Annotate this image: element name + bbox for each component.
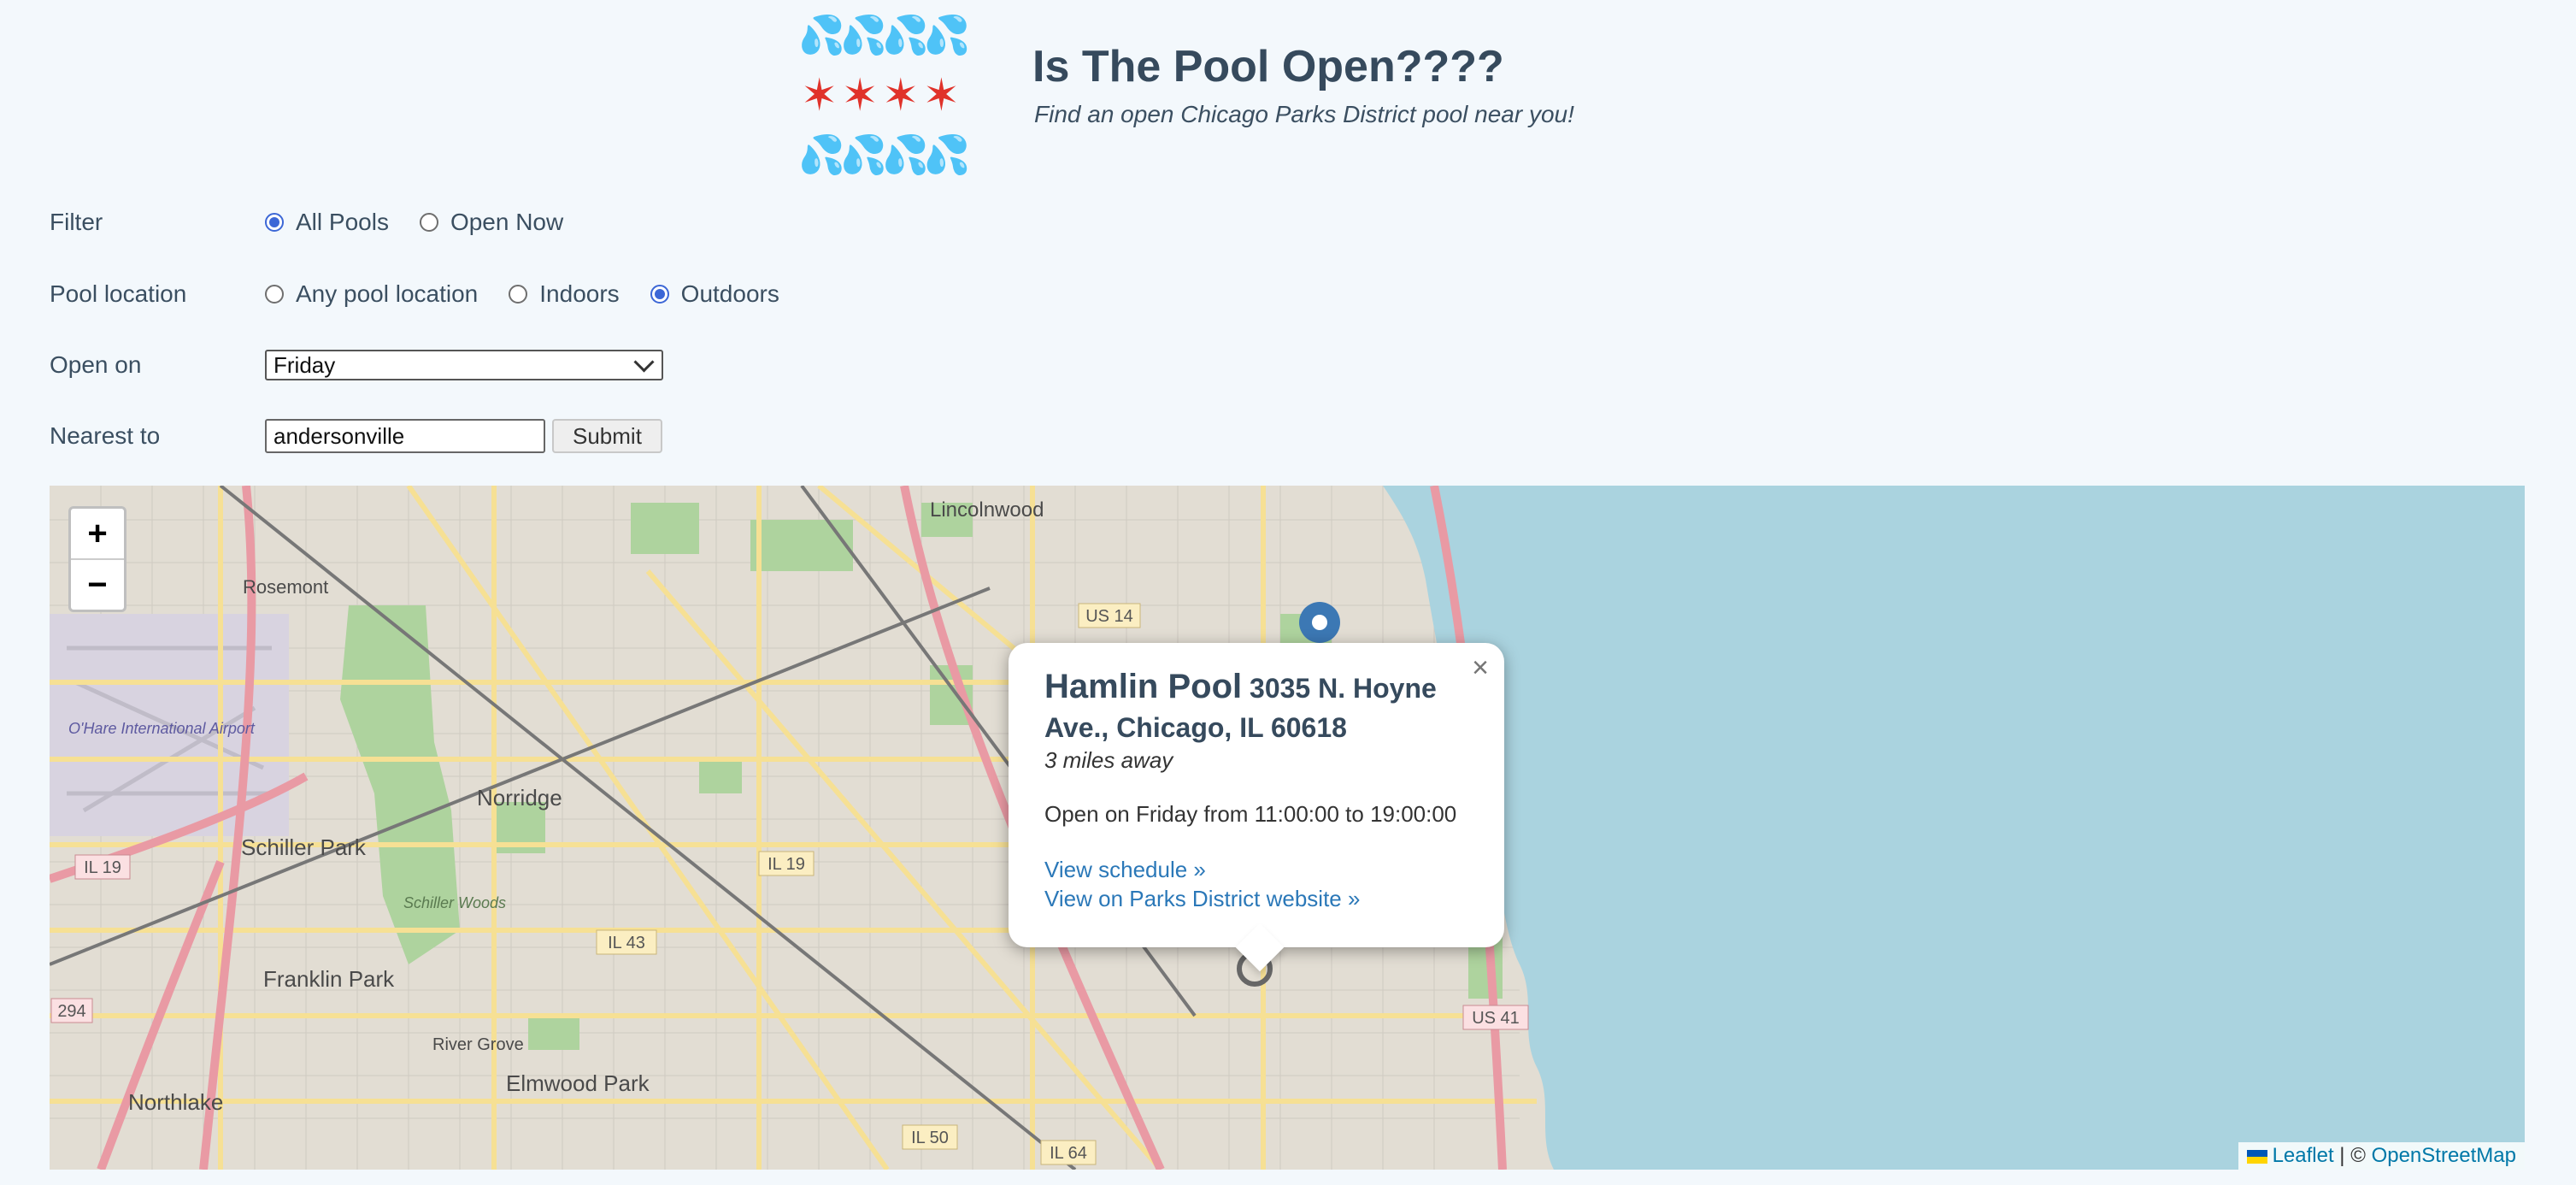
- filter-all-pools-option[interactable]: All Pools: [265, 209, 389, 236]
- road-shield-label: IL 64: [1050, 1144, 1087, 1163]
- chevron-down-icon: [633, 351, 655, 373]
- zoom-in-button[interactable]: +: [71, 509, 124, 558]
- open-on-row: Open on Friday: [50, 345, 663, 386]
- location-any-label: Any pool location: [296, 280, 479, 307]
- map-attribution: Leaflet | © OpenStreetMap: [2238, 1142, 2525, 1170]
- nearest-label: Nearest to: [50, 422, 161, 449]
- popup-links: View schedule » View on Parks District w…: [1044, 855, 1468, 913]
- road-shield-label: IL 43: [608, 934, 645, 952]
- location-outdoors-option[interactable]: Outdoors: [650, 280, 779, 308]
- road-shield-label: US 41: [1472, 1009, 1520, 1028]
- leaflet-link[interactable]: Leaflet: [2273, 1144, 2334, 1167]
- location-any-option[interactable]: Any pool location: [265, 280, 478, 308]
- place-label: Rosemont: [243, 576, 328, 598]
- pool-popup: × Hamlin Pool 3035 N. Hoyne Ave., Chicag…: [1009, 643, 1504, 947]
- pool-distance: 3 miles away: [1044, 747, 1173, 773]
- place-label: Elmwood Park: [506, 1070, 650, 1096]
- location-indoors-radio[interactable]: [509, 285, 528, 304]
- view-schedule-link[interactable]: View schedule »: [1044, 855, 1468, 884]
- location-outdoors-label: Outdoors: [680, 280, 779, 307]
- pool-hours: Open on Friday from 11:00:00 to 19:00:00: [1044, 801, 1457, 827]
- page-title: Is The Pool Open????: [1032, 42, 1504, 91]
- pool-location-row: Pool location Any pool location Indoors …: [50, 274, 810, 315]
- location-any-radio[interactable]: [265, 285, 284, 304]
- filter-open-now-label: Open Now: [450, 209, 564, 235]
- road-shield-label: US 14: [1085, 607, 1133, 626]
- submit-button[interactable]: Submit: [552, 419, 662, 453]
- place-label: Northlake: [128, 1089, 223, 1115]
- filter-all-pools-label: All Pools: [296, 209, 389, 235]
- day-select[interactable]: Friday: [265, 350, 663, 380]
- place-label: Norridge: [477, 785, 562, 811]
- nearest-row: Nearest to Submit: [50, 416, 662, 457]
- road-shield-label: IL 19: [768, 855, 805, 874]
- place-label: River Grove: [432, 1035, 524, 1054]
- location-outdoors-radio[interactable]: [650, 285, 669, 304]
- day-select-value: Friday: [273, 351, 336, 378]
- location-indoors-option[interactable]: Indoors: [509, 280, 620, 308]
- water-drops-icon: 💦💦💦💦: [798, 134, 970, 176]
- attribution-separator: | ©: [2339, 1144, 2366, 1167]
- zoom-control: + −: [68, 506, 126, 612]
- filter-all-pools-radio[interactable]: [265, 213, 284, 232]
- place-label: O'Hare International Airport: [68, 720, 256, 737]
- chicago-stars-icon: ✶✶✶✶: [800, 71, 964, 121]
- place-label: Schiller Park: [241, 834, 367, 860]
- filter-open-now-option[interactable]: Open Now: [419, 209, 564, 236]
- filter-open-now-radio[interactable]: [419, 213, 438, 232]
- filter-row: Filter All Pools Open Now: [50, 202, 594, 243]
- zoom-out-button[interactable]: −: [71, 558, 124, 610]
- popup-heading: Hamlin Pool 3035 N. Hoyne Ave., Chicago,…: [1044, 667, 1468, 747]
- page-subtitle: Find an open Chicago Parks District pool…: [1034, 101, 1574, 127]
- place-label: Franklin Park: [263, 966, 395, 992]
- lake-michigan: [1383, 486, 2525, 1170]
- location-indoors-label: Indoors: [539, 280, 620, 307]
- pool-name: Hamlin Pool: [1044, 668, 1243, 705]
- nearest-input[interactable]: [265, 419, 545, 453]
- place-label: Lincolnwood: [930, 498, 1044, 522]
- logo: 💦💦💦💦 ✶✶✶✶ 💦💦💦💦: [790, 10, 974, 181]
- filter-label: Filter: [50, 209, 103, 235]
- pool-marker[interactable]: [1299, 602, 1340, 643]
- close-icon[interactable]: ×: [1472, 651, 1489, 685]
- road-shield-label: IL 50: [911, 1129, 949, 1147]
- ukraine-flag-icon: [2246, 1149, 2267, 1164]
- road-shield-label: 294: [57, 1002, 85, 1021]
- place-label: Schiller Woods: [403, 894, 506, 911]
- openstreetmap-link[interactable]: OpenStreetMap: [2372, 1144, 2516, 1167]
- water-drops-icon: 💦💦💦💦: [798, 15, 970, 56]
- pool-location-label: Pool location: [50, 280, 187, 307]
- parks-district-link[interactable]: View on Parks District website »: [1044, 884, 1468, 913]
- map[interactable]: Lincolnwood Rosemont O'Hare Internationa…: [50, 486, 2525, 1170]
- road-shield-label: IL 19: [84, 858, 121, 877]
- open-on-label: Open on: [50, 351, 142, 378]
